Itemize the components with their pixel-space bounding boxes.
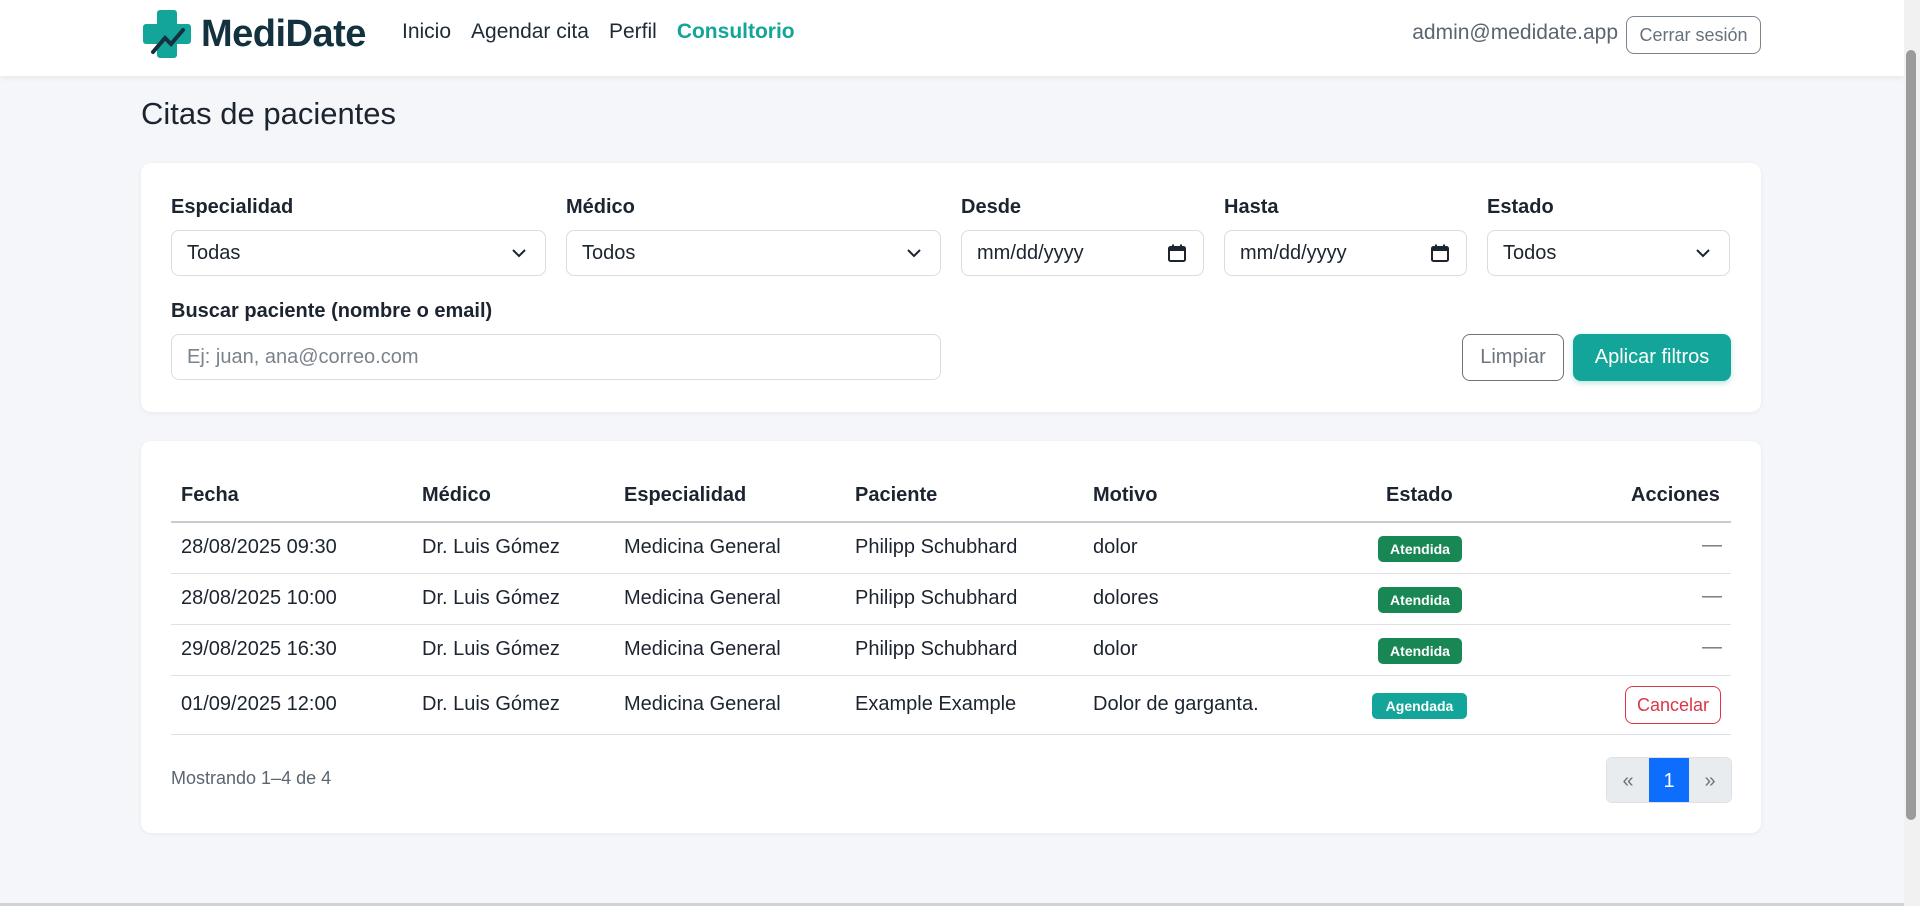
row-divider <box>171 624 1731 625</box>
date-from-label: Desde <box>961 196 1022 218</box>
table-header-divider <box>171 521 1731 523</box>
doctor-select-value: Todos <box>582 241 636 264</box>
chevron-down-icon <box>512 249 526 258</box>
col-header-motivo: Motivo <box>1093 484 1158 506</box>
row-1-medico: Dr. Luis Gómez <box>422 536 560 558</box>
row-2-paciente: Philipp Schubhard <box>855 587 1018 609</box>
no-action-placeholder: — <box>1702 585 1722 607</box>
nav-link-inicio[interactable]: Inicio <box>402 20 451 44</box>
row-3-medico: Dr. Luis Gómez <box>422 638 560 660</box>
date-to-input[interactable]: mm/dd/yyyy <box>1224 230 1467 276</box>
pagination-summary: Mostrando 1–4 de 4 <box>171 768 332 788</box>
pagination-page-1[interactable]: 1 <box>1649 758 1689 802</box>
doctor-select[interactable]: Todos <box>566 230 941 276</box>
row-2-medico: Dr. Luis Gómez <box>422 587 560 609</box>
status-badge: Atendida <box>1378 638 1462 664</box>
nav-link-perfil[interactable]: Perfil <box>609 20 657 44</box>
row-divider <box>171 675 1731 676</box>
row-3-especialidad: Medicina General <box>624 638 781 660</box>
nav-link-consultorio[interactable]: Consultorio <box>677 20 795 44</box>
row-1-especialidad: Medicina General <box>624 536 781 558</box>
status-badge: Agendada <box>1372 693 1467 719</box>
row-3-paciente: Philipp Schubhard <box>855 638 1018 660</box>
chevron-down-icon <box>1696 249 1710 258</box>
col-header-estado: Estado <box>1386 484 1453 506</box>
date-from-placeholder: mm/dd/yyyy <box>977 241 1084 264</box>
status-select-value: Todos <box>1503 241 1557 264</box>
status-badge: Atendida <box>1378 587 1462 613</box>
pagination: « 1 » <box>1606 757 1732 803</box>
row-2-especialidad: Medicina General <box>624 587 781 609</box>
status-label: Estado <box>1487 196 1554 218</box>
row-divider <box>171 734 1731 735</box>
row-4-fecha: 01/09/2025 12:00 <box>181 693 337 715</box>
row-4-medico: Dr. Luis Gómez <box>422 693 560 715</box>
doctor-label: Médico <box>566 196 635 218</box>
row-1-fecha: 28/08/2025 09:30 <box>181 536 337 558</box>
nav-link-agendar-cita[interactable]: Agendar cita <box>471 20 589 44</box>
status-select[interactable]: Todos <box>1487 230 1730 276</box>
row-3-motivo: dolor <box>1093 638 1138 660</box>
calendar-icon[interactable] <box>1430 243 1450 263</box>
date-from-input[interactable]: mm/dd/yyyy <box>961 230 1204 276</box>
medical-cross-icon <box>143 10 191 58</box>
specialty-select-value: Todas <box>187 241 241 264</box>
cancel-appointment-button[interactable]: Cancelar <box>1625 686 1721 724</box>
specialty-label: Especialidad <box>171 196 294 218</box>
row-1-motivo: dolor <box>1093 536 1138 558</box>
row-2-fecha: 28/08/2025 10:00 <box>181 587 337 609</box>
clear-filters-button[interactable]: Limpiar <box>1462 334 1564 381</box>
no-action-placeholder: — <box>1702 534 1722 556</box>
brand[interactable]: MediDate <box>141 8 366 60</box>
row-4-paciente: Example Example <box>855 693 1017 715</box>
chevron-down-icon <box>907 249 921 258</box>
main-nav: Inicio Agendar cita Perfil Consultorio <box>402 20 795 44</box>
col-header-medico: Médico <box>422 484 491 506</box>
row-2-motivo: dolores <box>1093 587 1159 609</box>
user-email: admin@medidate.app <box>1412 21 1618 44</box>
patient-search-placeholder: Ej: juan, ana@correo.com <box>187 345 419 368</box>
brand-name: MediDate <box>201 12 366 55</box>
scrollbar-thumb[interactable] <box>1906 50 1916 820</box>
status-badge: Atendida <box>1378 536 1462 562</box>
page-title: Citas de pacientes <box>141 96 397 131</box>
calendar-icon[interactable] <box>1167 243 1187 263</box>
date-to-label: Hasta <box>1224 196 1279 218</box>
row-3-fecha: 29/08/2025 16:30 <box>181 638 337 660</box>
pagination-next[interactable]: » <box>1689 758 1731 802</box>
apply-filters-button[interactable]: Aplicar filtros <box>1573 334 1731 381</box>
col-header-fecha: Fecha <box>181 484 239 506</box>
pagination-prev[interactable]: « <box>1607 758 1649 802</box>
row-4-especialidad: Medicina General <box>624 693 781 715</box>
col-header-acciones: Acciones <box>1631 484 1720 506</box>
logout-button[interactable]: Cerrar sesión <box>1626 16 1761 54</box>
appointments-card <box>141 441 1761 833</box>
no-action-placeholder: — <box>1702 636 1722 658</box>
specialty-select[interactable]: Todas <box>171 230 546 276</box>
row-4-motivo: Dolor de garganta. <box>1093 693 1259 715</box>
row-divider <box>171 573 1731 574</box>
col-header-paciente: Paciente <box>855 484 938 506</box>
top-navbar: MediDate Inicio Agendar cita Perfil Cons… <box>0 0 1904 76</box>
date-to-placeholder: mm/dd/yyyy <box>1240 241 1347 264</box>
patient-search-input[interactable]: Ej: juan, ana@correo.com <box>171 334 941 380</box>
row-1-paciente: Philipp Schubhard <box>855 536 1018 558</box>
search-label: Buscar paciente (nombre o email) <box>171 300 493 322</box>
col-header-especialidad: Especialidad <box>624 484 747 506</box>
